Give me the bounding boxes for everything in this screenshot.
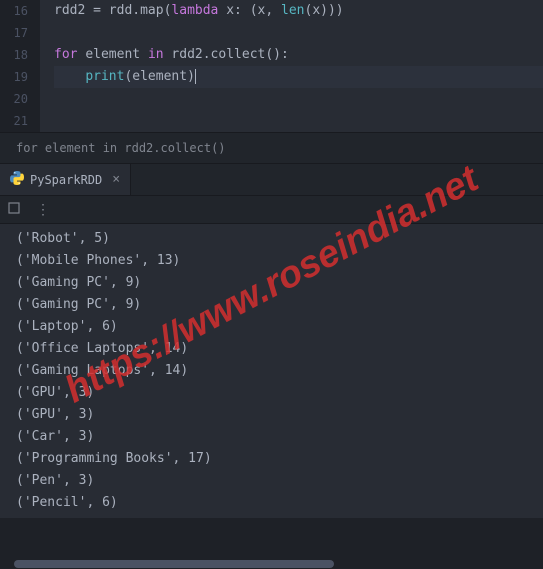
line-number: 19 xyxy=(0,66,28,88)
line-number: 18 xyxy=(0,44,28,66)
output-line: ('GPU', 3) xyxy=(16,382,527,404)
line-number: 20 xyxy=(0,88,28,110)
code-line[interactable] xyxy=(54,110,543,132)
output-line: ('Programming Books', 17) xyxy=(16,448,527,470)
code-content[interactable]: rdd2 = rdd.map(lambda x: (x, len(x))) for… xyxy=(40,0,543,132)
output-line: ('GPU', 3) xyxy=(16,404,527,426)
more-icon[interactable]: ⋮ xyxy=(36,202,50,218)
output-line: ('Gaming PC', 9) xyxy=(16,294,527,316)
code-line[interactable]: print(element) xyxy=(54,66,543,88)
output-line: ('Mobile Phones', 13) xyxy=(16,250,527,272)
code-line[interactable]: rdd2 = rdd.map(lambda x: (x, len(x))) xyxy=(54,0,543,22)
output-line: ('Office Laptops', 14) xyxy=(16,338,527,360)
line-number: 17 xyxy=(0,22,28,44)
text-cursor xyxy=(195,69,196,84)
code-line[interactable] xyxy=(54,22,543,44)
output-line: ('Gaming Laptops', 14) xyxy=(16,360,527,382)
breadcrumb[interactable]: for element in rdd2.collect() xyxy=(0,132,543,164)
code-line[interactable]: for element in rdd2.collect(): xyxy=(54,44,543,66)
horizontal-scrollbar[interactable] xyxy=(14,560,334,568)
output-line: ('Car', 3) xyxy=(16,426,527,448)
close-icon[interactable]: × xyxy=(112,172,120,187)
output-line: ('Gaming PC', 9) xyxy=(16,272,527,294)
console-output[interactable]: ('Robot', 5)('Mobile Phones', 13)('Gamin… xyxy=(0,224,543,518)
line-number: 21 xyxy=(0,110,28,132)
tab-pysparkrdd[interactable]: PySparkRDD × xyxy=(0,164,131,195)
output-line: ('Pencil', 6) xyxy=(16,492,527,514)
output-line: ('Robot', 5) xyxy=(16,228,527,250)
run-toolbar: ⋮ xyxy=(0,196,543,224)
line-number: 16 xyxy=(0,0,28,22)
code-line[interactable] xyxy=(54,88,543,110)
output-line: ('Laptop', 6) xyxy=(16,316,527,338)
stop-icon[interactable] xyxy=(8,202,20,218)
tab-label: PySparkRDD xyxy=(30,173,102,187)
python-icon xyxy=(10,171,24,189)
output-line: ('Pen', 3) xyxy=(16,470,527,492)
code-editor[interactable]: 161718192021 rdd2 = rdd.map(lambda x: (x… xyxy=(0,0,543,132)
line-gutter: 161718192021 xyxy=(0,0,40,132)
tab-bar: PySparkRDD × xyxy=(0,164,543,196)
